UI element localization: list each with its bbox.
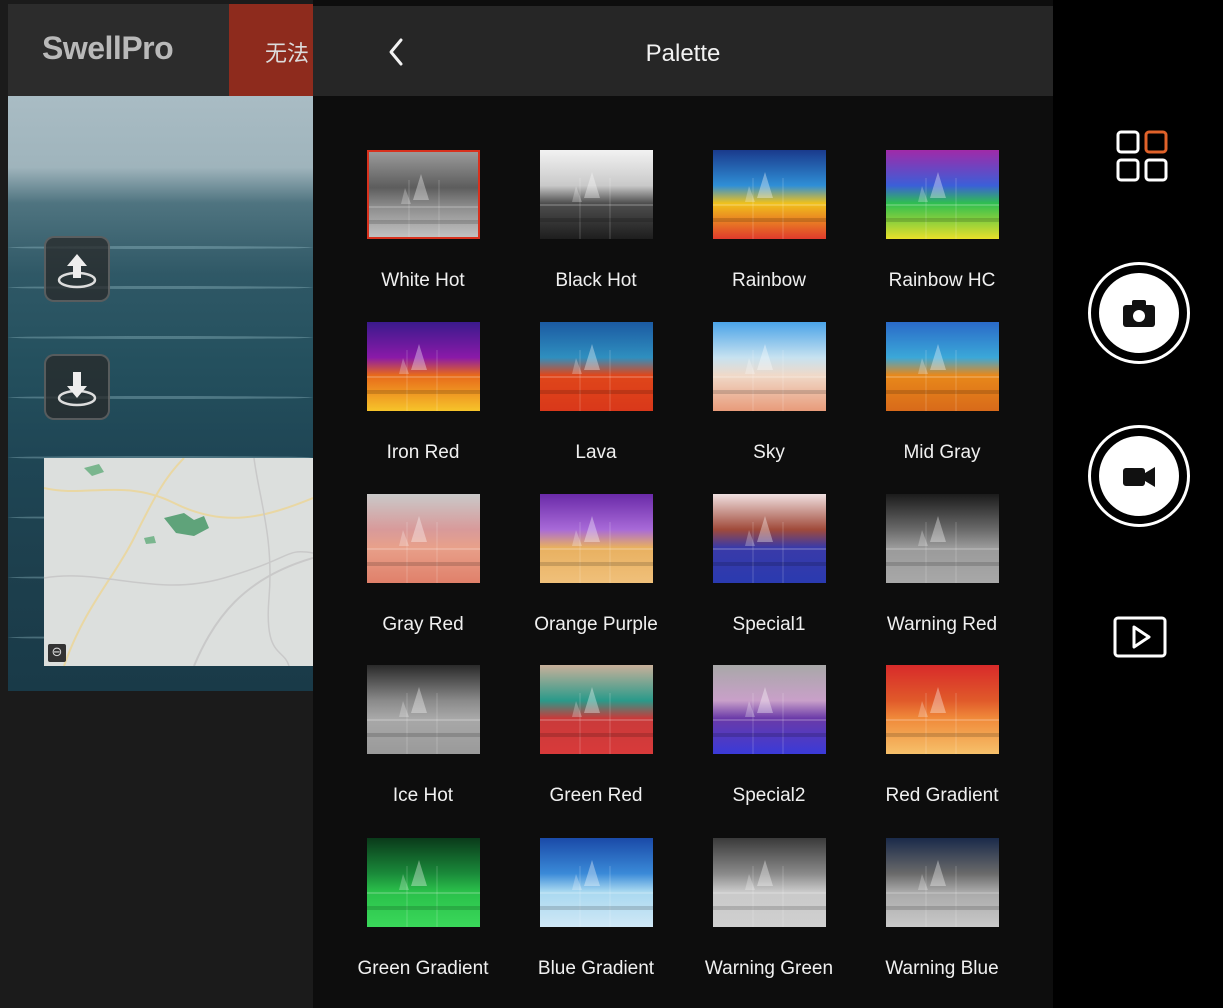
palette-panel: Palette White Hot Black Hot Rainbow Rainbow… (313, 0, 1053, 1008)
palette-option-label: Warning Blue (885, 958, 999, 979)
palette-option-label: Mid Gray (903, 442, 981, 463)
palette-option-rainbow[interactable]: Rainbow (659, 150, 831, 310)
upload-takeoff-icon (57, 254, 97, 289)
palette-thumbnail (886, 838, 999, 927)
palette-option-black-hot[interactable]: Black Hot (486, 150, 658, 310)
palette-header: Palette (313, 6, 1053, 96)
camera-icon (1123, 300, 1155, 327)
palette-option-mid-gray[interactable]: Mid Gray (832, 322, 1004, 482)
palette-option-warning-blue[interactable]: Warning Blue (832, 838, 1004, 998)
palette-thumbnail (540, 322, 653, 411)
palette-thumbnail (713, 322, 826, 411)
zoom-out-icon[interactable]: ⊖ (48, 644, 66, 662)
status-text: 无法 (265, 42, 310, 67)
palette-thumbnail (367, 665, 480, 754)
status-banner: 无法 (229, 4, 313, 96)
palette-option-rainbow-hc[interactable]: Rainbow HC (832, 150, 1004, 310)
palette-thumbnail (886, 665, 999, 754)
palette-option-green-gradient[interactable]: Green Gradient (313, 838, 488, 998)
palette-option-label: Red Gradient (885, 785, 999, 806)
palette-option-warning-green[interactable]: Warning Green (659, 838, 833, 998)
palette-thumbnail (540, 494, 653, 583)
palette-option-label: Rainbow HC (888, 270, 996, 291)
takeoff-button[interactable] (44, 236, 110, 302)
grid-icon[interactable] (1116, 130, 1168, 182)
palette-thumbnail (713, 838, 826, 927)
palette-option-blue-gradient[interactable]: Blue Gradient (486, 838, 658, 998)
palette-option-white-hot[interactable]: White Hot (313, 150, 485, 310)
palette-option-label: Warning Red (886, 614, 998, 635)
video-icon (1123, 467, 1155, 487)
right-control-bar (1053, 0, 1223, 1008)
palette-thumbnail (886, 322, 999, 411)
palette-option-ice-hot[interactable]: Ice Hot (313, 665, 485, 825)
palette-thumbnail (540, 665, 653, 754)
video-record-button[interactable] (1088, 425, 1190, 527)
palette-thumbnail (367, 494, 480, 583)
palette-thumbnail (367, 838, 480, 927)
palette-option-orange-purple[interactable]: Orange Purple (486, 494, 658, 654)
palette-option-red-gradient[interactable]: Red Gradient (832, 665, 1004, 825)
palette-option-green-red[interactable]: Green Red (486, 665, 658, 825)
mini-map[interactable]: ⊖ (44, 458, 313, 666)
palette-thumbnail (367, 150, 480, 239)
app-logo: SwellPro (42, 30, 174, 66)
palette-thumbnail (713, 494, 826, 583)
palette-thumbnail (713, 150, 826, 239)
palette-option-special1[interactable]: Special1 (659, 494, 831, 654)
palette-thumbnail (540, 838, 653, 927)
palette-title: Palette (645, 40, 721, 67)
palette-option-gray-red[interactable]: Gray Red (313, 494, 485, 654)
palette-thumbnail (540, 150, 653, 239)
palette-thumbnail (367, 322, 480, 411)
photo-capture-button[interactable] (1088, 262, 1190, 364)
palette-option-special2[interactable]: Special2 (659, 665, 831, 825)
landing-button[interactable] (44, 354, 110, 420)
playback-icon[interactable] (1113, 616, 1167, 658)
palette-option-warning-red[interactable]: Warning Red (832, 494, 1004, 654)
palette-option-iron-red[interactable]: Iron Red (313, 322, 485, 482)
landing-icon (57, 372, 97, 407)
palette-option-lava[interactable]: Lava (486, 322, 658, 482)
palette-thumbnail (713, 665, 826, 754)
palette-thumbnail (886, 150, 999, 239)
palette-thumbnail (886, 494, 999, 583)
palette-option-sky[interactable]: Sky (659, 322, 831, 482)
